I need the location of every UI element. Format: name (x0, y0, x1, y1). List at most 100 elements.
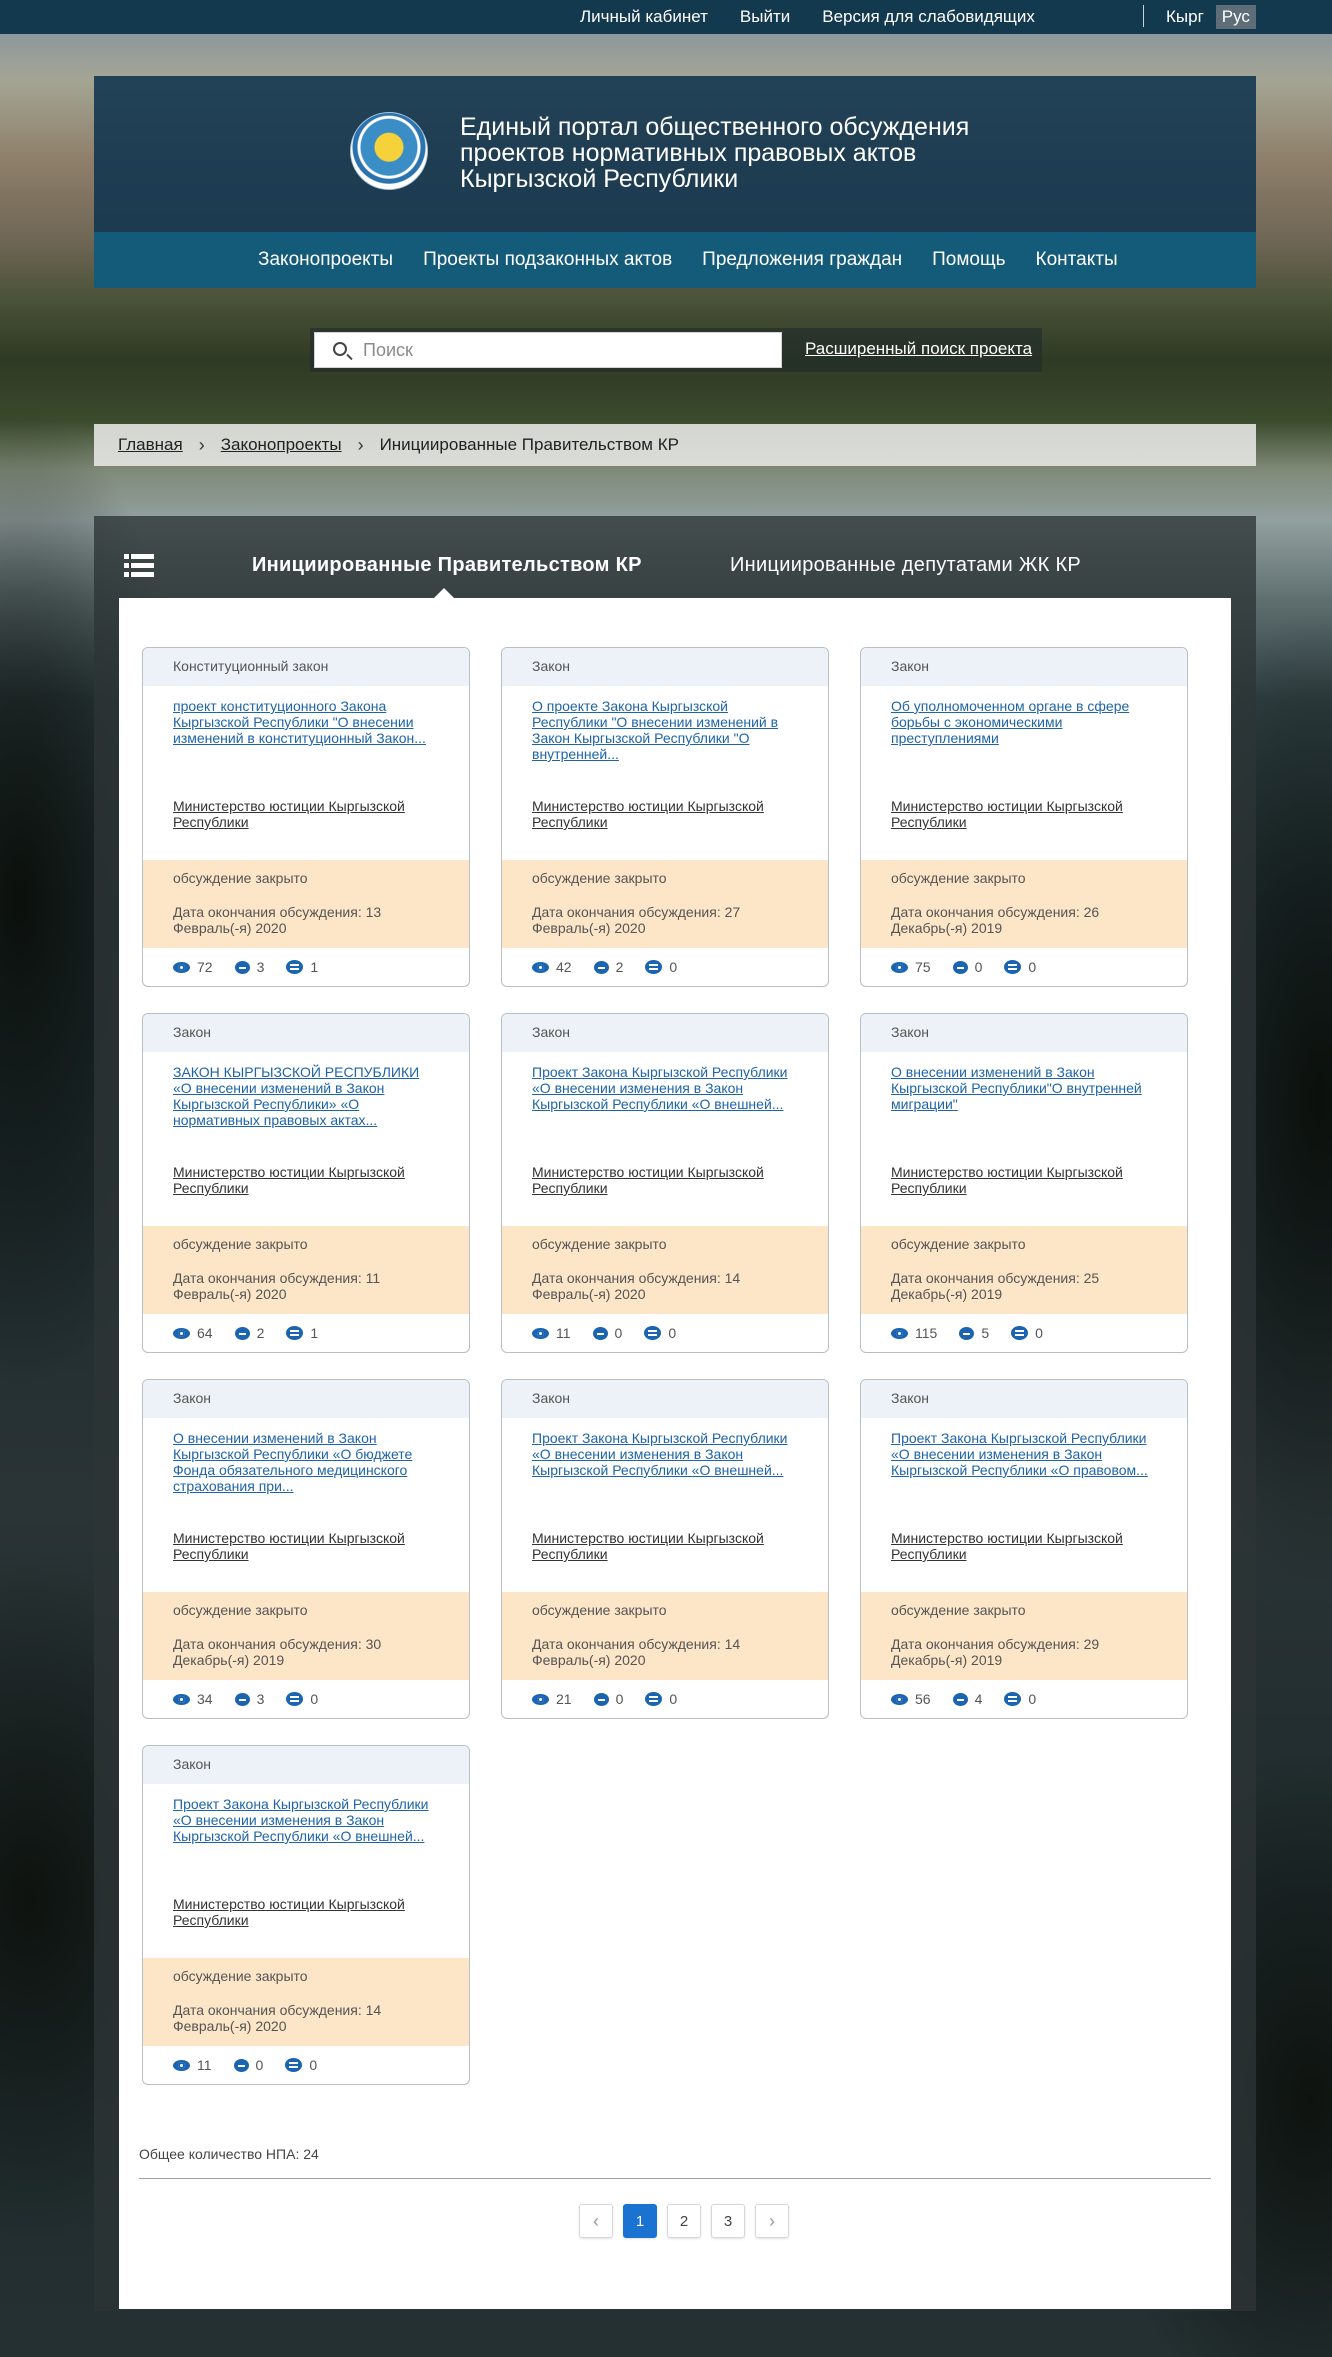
comments-count: 0 (974, 959, 983, 975)
page-button-1[interactable]: 1 (623, 2204, 657, 2238)
nav-citizen-proposals[interactable]: Предложения граждан (702, 249, 902, 271)
project-card[interactable]: Закон О проекте Закона Кыргызской Республ… (501, 647, 829, 987)
views-stat: 115 (891, 1325, 937, 1341)
state-emblem-logo[interactable] (350, 112, 428, 190)
search-icon[interactable] (333, 342, 347, 356)
card-title-link[interactable]: О проекте Закона Кыргызской Республики "… (532, 698, 797, 762)
card-status: обсуждение закрыто (891, 870, 1026, 886)
card-status-block: обсуждение закрыто Дата окончания обсужде… (861, 860, 1187, 948)
replies-stat: 1 (286, 1325, 318, 1341)
page-button-2[interactable]: 2 (667, 2204, 701, 2238)
views-stat: 64 (173, 1325, 213, 1341)
chat-bubble-icon (645, 1692, 663, 1706)
card-organization-link[interactable]: Министерство юстиции Кыргызской Республи… (532, 1530, 797, 1562)
accessibility-version-link[interactable]: Версия для слабовидящих (822, 7, 1035, 27)
card-organization-link[interactable]: Министерство юстиции Кыргызской Республи… (891, 1164, 1156, 1196)
project-card[interactable]: Закон Проект Закона Кыргызской Республики… (860, 1379, 1188, 1719)
card-title-link[interactable]: Проект Закона Кыргызской Республики «О в… (173, 1796, 438, 1860)
views-count: 75 (915, 959, 931, 975)
project-card[interactable]: Закон Об уполномоченном органе в сфере бо… (860, 647, 1188, 987)
replies-stat: 0 (285, 2057, 317, 2073)
total-count: Общее количество НПА: 24 (139, 2146, 319, 2162)
card-organization-link[interactable]: Министерство юстиции Кыргызской Республи… (173, 798, 438, 830)
comments-count: 5 (981, 1325, 990, 1341)
card-organization-link[interactable]: Министерство юстиции Кыргызской Республи… (891, 1530, 1156, 1562)
project-card[interactable]: Закон Проект Закона Кыргызской Республики… (501, 1379, 829, 1719)
comments-stat: 4 (952, 1691, 982, 1707)
card-organization-link[interactable]: Министерство юстиции Кыргызской Республи… (173, 1896, 438, 1928)
tab-government-initiated[interactable]: Инициированные Правительством КР (252, 554, 642, 577)
project-card[interactable]: Закон Проект Закона Кыргызской Республики… (142, 1745, 470, 2085)
views-count: 72 (197, 959, 213, 975)
breadcrumb-home[interactable]: Главная (118, 435, 183, 455)
chevron-right-icon: › (357, 434, 364, 455)
search-input[interactable] (363, 337, 763, 363)
comments-count: 2 (615, 959, 624, 975)
tab-deputies-initiated[interactable]: Инициированные депутатами ЖК КР (730, 554, 1081, 577)
comments-stat: 5 (959, 1325, 989, 1341)
card-type: Закон (502, 1380, 828, 1418)
card-status-block: обсуждение закрыто Дата окончания обсужде… (502, 1226, 828, 1314)
views-stat: 72 (173, 959, 213, 975)
personal-cabinet-link[interactable]: Личный кабинет (580, 7, 708, 27)
card-organization-link[interactable]: Министерство юстиции Кыргызской Республи… (532, 798, 797, 830)
lang-russian[interactable]: Рус (1215, 5, 1256, 29)
views-stat: 42 (532, 959, 572, 975)
comment-icon (233, 2058, 249, 2072)
card-title-link[interactable]: О внесении изменений в Закон Кыргызской … (891, 1064, 1156, 1128)
card-deadline: Дата окончания обсуждения: 13 Февраль(-я… (173, 904, 382, 936)
comments-count: 3 (256, 959, 265, 975)
project-card[interactable]: Закон О внесении изменений в Закон Кыргыз… (860, 1013, 1188, 1353)
logout-link[interactable]: Выйти (740, 7, 790, 27)
list-view-icon[interactable] (124, 554, 154, 578)
advanced-search-link[interactable]: Расширенный поиск проекта (805, 339, 1032, 359)
chevron-left-icon[interactable]: ‹ (579, 2204, 613, 2238)
main-navigation: Законопроекты Проекты подзаконных актов … (94, 232, 1256, 288)
card-title-link[interactable]: Проект Закона Кыргызской Республики «О в… (532, 1064, 797, 1128)
project-card[interactable]: Закон О внесении изменений в Закон Кыргыз… (142, 1379, 470, 1719)
card-stats: 75 0 0 (891, 958, 1058, 976)
project-card[interactable]: Закон ЗАКОН КЫРГЫЗСКОЙ РЕСПУБЛИКИ «О внес… (142, 1013, 470, 1353)
card-title-link[interactable]: О внесении изменений в Закон Кыргызской … (173, 1430, 438, 1494)
views-stat: 34 (173, 1691, 213, 1707)
nav-help[interactable]: Помощь (932, 249, 1005, 271)
comment-icon (952, 1692, 968, 1706)
card-organization-link[interactable]: Министерство юстиции Кыргызской Республи… (891, 798, 1156, 830)
page-button-3[interactable]: 3 (711, 2204, 745, 2238)
nav-bills[interactable]: Законопроекты (258, 249, 393, 271)
card-deadline: Дата окончания обсуждения: 14 Февраль(-я… (532, 1270, 741, 1302)
card-organization-link[interactable]: Министерство юстиции Кыргызской Республи… (173, 1530, 438, 1562)
replies-count: 0 (669, 959, 678, 975)
lang-kyrgyz[interactable]: Кырг (1160, 5, 1210, 29)
nav-bylaw-drafts[interactable]: Проекты подзаконных актов (423, 249, 672, 271)
card-title-link[interactable]: Об уполномоченном органе в сфере борьбы … (891, 698, 1156, 762)
replies-stat: 0 (645, 959, 677, 975)
chevron-right-icon[interactable]: › (755, 2204, 789, 2238)
card-status: обсуждение закрыто (891, 1602, 1026, 1618)
site-title[interactable]: Единый портал общественного обсуждения п… (460, 114, 980, 192)
breadcrumb-bills[interactable]: Законопроекты (221, 435, 342, 455)
comment-icon (234, 960, 250, 974)
card-organization-link[interactable]: Министерство юстиции Кыргызской Республи… (532, 1164, 797, 1196)
card-title-link[interactable]: Проект Закона Кыргызской Республики «О в… (532, 1430, 797, 1494)
eye-icon (173, 961, 190, 973)
eye-icon (173, 1693, 190, 1705)
card-stats: 72 3 1 (173, 958, 340, 976)
card-status: обсуждение закрыто (173, 1236, 308, 1252)
eye-icon (532, 1693, 549, 1705)
card-organization-link[interactable]: Министерство юстиции Кыргызской Республи… (173, 1164, 438, 1196)
nav-contacts[interactable]: Контакты (1036, 249, 1118, 271)
card-stats: 56 4 0 (891, 1690, 1058, 1708)
site-title-line: Кыргызской Республики (460, 165, 739, 193)
eye-icon (532, 1327, 549, 1339)
card-title-link[interactable]: ЗАКОН КЫРГЫЗСКОЙ РЕСПУБЛИКИ «О внесении … (173, 1064, 438, 1128)
replies-stat: 0 (645, 1691, 677, 1707)
chevron-right-icon: › (198, 434, 205, 455)
card-status: обсуждение закрыто (532, 870, 667, 886)
replies-count: 0 (310, 1691, 319, 1707)
project-card[interactable]: Закон Проект Закона Кыргызской Республики… (501, 1013, 829, 1353)
card-title-link[interactable]: Проект Закона Кыргызской Республики «О в… (891, 1430, 1156, 1494)
project-card[interactable]: Конституционный закон проект конституцион… (142, 647, 470, 987)
card-deadline: Дата окончания обсуждения: 26 Декабрь(-я… (891, 904, 1100, 936)
card-title-link[interactable]: проект конституционного Закона Кыргызско… (173, 698, 438, 762)
